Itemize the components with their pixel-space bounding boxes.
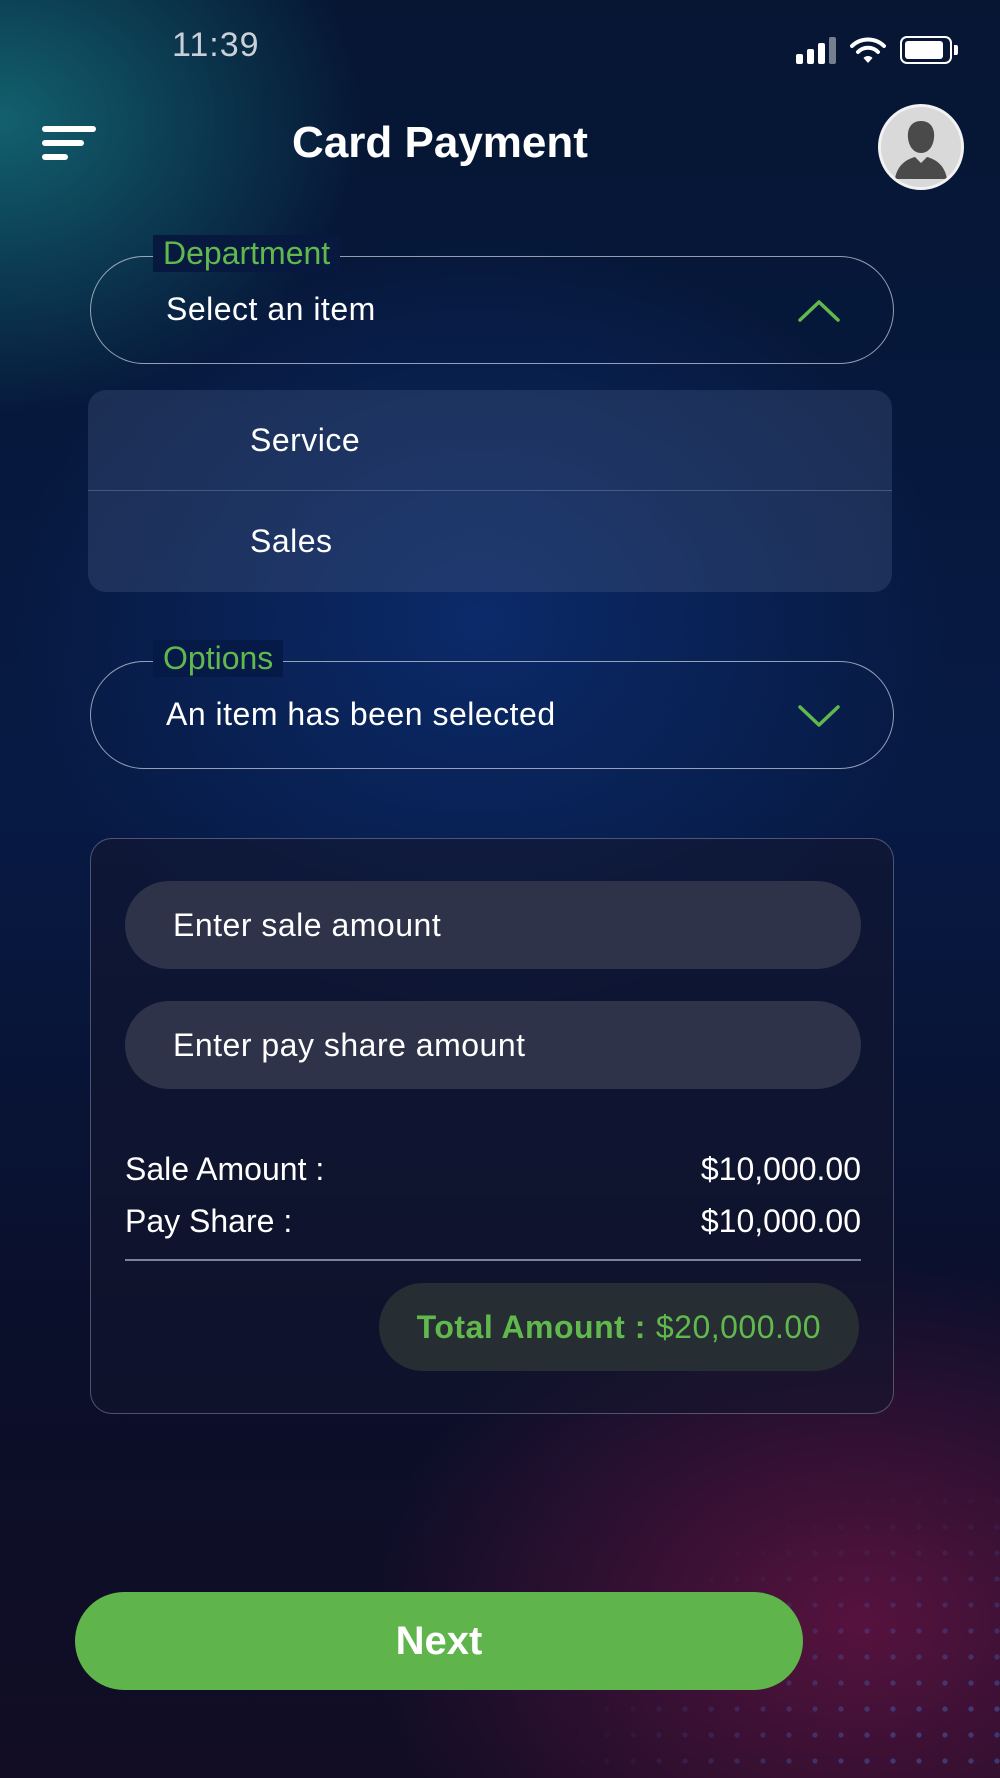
pay-share-label: Pay Share : xyxy=(125,1203,293,1239)
user-avatar-icon[interactable] xyxy=(878,104,964,190)
sale-amount-row: Sale Amount : $10,000.00 xyxy=(125,1151,861,1188)
department-value: Select an item xyxy=(166,291,376,327)
chevron-up-icon[interactable] xyxy=(797,295,841,325)
options-legend: Options xyxy=(153,640,284,677)
background-dot-pattern xyxy=(360,1358,1000,1778)
total-amount-label: Total Amount : xyxy=(416,1308,646,1345)
department-dropdown[interactable]: Department Select an item xyxy=(90,235,894,364)
summary-divider xyxy=(125,1259,861,1261)
payment-summary-card: Sale Amount : $10,000.00 Pay Share : $10… xyxy=(90,838,894,1414)
sale-amount-value: $10,000.00 xyxy=(700,1151,861,1187)
options-value: An item has been selected xyxy=(166,696,556,732)
pay-share-row: Pay Share : $10,000.00 xyxy=(125,1203,861,1240)
status-icons xyxy=(796,30,958,64)
wifi-icon xyxy=(850,37,886,63)
total-amount-badge: Total Amount : $20,000.00 xyxy=(378,1283,859,1371)
total-amount-value: $20,000.00 xyxy=(655,1308,821,1345)
sale-amount-label: Sale Amount : xyxy=(125,1151,325,1187)
pay-share-amount-input[interactable] xyxy=(125,1001,861,1089)
dropdown-option-sales[interactable]: Sales xyxy=(88,490,892,592)
signal-icon xyxy=(796,36,836,64)
options-dropdown[interactable]: Options An item has been selected xyxy=(90,640,894,769)
chevron-down-icon[interactable] xyxy=(797,700,841,730)
pay-share-value: $10,000.00 xyxy=(700,1203,861,1239)
next-button[interactable]: Next xyxy=(75,1592,803,1690)
status-time: 11:39 xyxy=(172,26,260,64)
battery-icon xyxy=(900,36,958,64)
department-options-menu: Service Sales xyxy=(88,390,892,592)
page-title: Card Payment xyxy=(292,118,588,167)
dropdown-option-service[interactable]: Service xyxy=(88,390,892,490)
sale-amount-input[interactable] xyxy=(125,881,861,969)
department-legend: Department xyxy=(153,235,341,272)
